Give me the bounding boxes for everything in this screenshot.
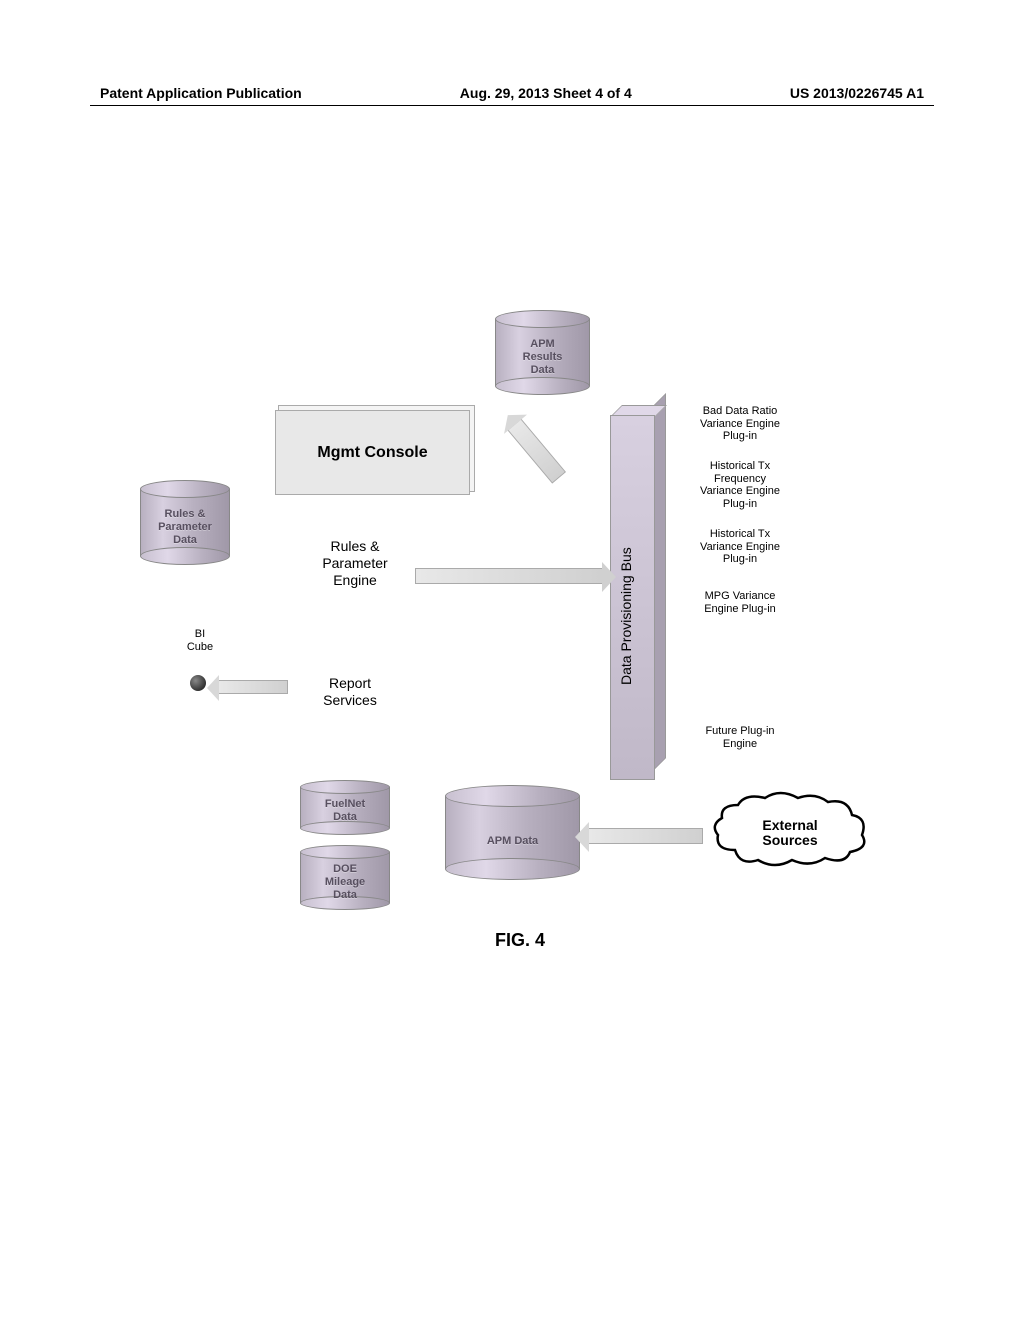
report-services-label: ReportServices <box>300 675 400 709</box>
cylinder-rules-param-data: Rules &ParameterData <box>140 480 230 565</box>
plugin-historical-tx: Historical TxVariance EnginePlug-in <box>685 528 795 566</box>
arrow-bus-to-results <box>507 418 566 483</box>
header-rule <box>90 105 934 106</box>
plugin-mpg-variance: MPG VarianceEngine Plug-in <box>685 590 795 615</box>
doe-label: DOEMileageData <box>300 845 390 903</box>
arrow-external-to-apm <box>588 828 703 844</box>
bi-cube-icon <box>190 675 206 691</box>
plugin-bad-data-ratio: Bad Data RatioVariance EnginePlug-in <box>685 405 795 443</box>
external-sources-label: ExternalSources <box>710 818 870 849</box>
bus-label: Data Provisioning Bus <box>618 485 634 685</box>
data-provisioning-bus: Data Provisioning Bus <box>610 405 665 780</box>
mgmt-console-box: Mgmt Console <box>275 410 470 495</box>
arrow-report-to-bi <box>218 680 288 694</box>
apm-results-label: APMResultsData <box>495 310 590 378</box>
plugin-future: Future Plug-inEngine <box>685 725 795 750</box>
plugin-historical-tx-frequency: Historical TxFrequencyVariance EnginePlu… <box>685 460 795 511</box>
apm-data-label: APM Data <box>445 785 580 848</box>
figure-diagram: APMResultsData Mgmt Console Rules &Param… <box>100 280 920 1000</box>
cylinder-doe: DOEMileageData <box>300 845 390 910</box>
fuelnet-label: FuelNetData <box>300 780 390 824</box>
external-sources-cloud: ExternalSources <box>710 790 870 870</box>
arrow-rules-engine-to-bus <box>415 568 603 584</box>
header-right: US 2013/0226745 A1 <box>790 85 924 101</box>
cylinder-apm-data: APM Data <box>445 785 580 880</box>
rules-param-data-label: Rules &ParameterData <box>140 480 230 548</box>
rules-param-engine-label: Rules &ParameterEngine <box>300 538 410 588</box>
figure-label: FIG. 4 <box>495 930 545 951</box>
bi-cube-label: BICube <box>175 628 225 654</box>
cylinder-fuelnet: FuelNetData <box>300 780 390 835</box>
mgmt-console-label: Mgmt Console <box>317 444 427 462</box>
cylinder-apm-results: APMResultsData <box>495 310 590 395</box>
header-left: Patent Application Publication <box>100 85 302 101</box>
header-center: Aug. 29, 2013 Sheet 4 of 4 <box>460 85 632 101</box>
